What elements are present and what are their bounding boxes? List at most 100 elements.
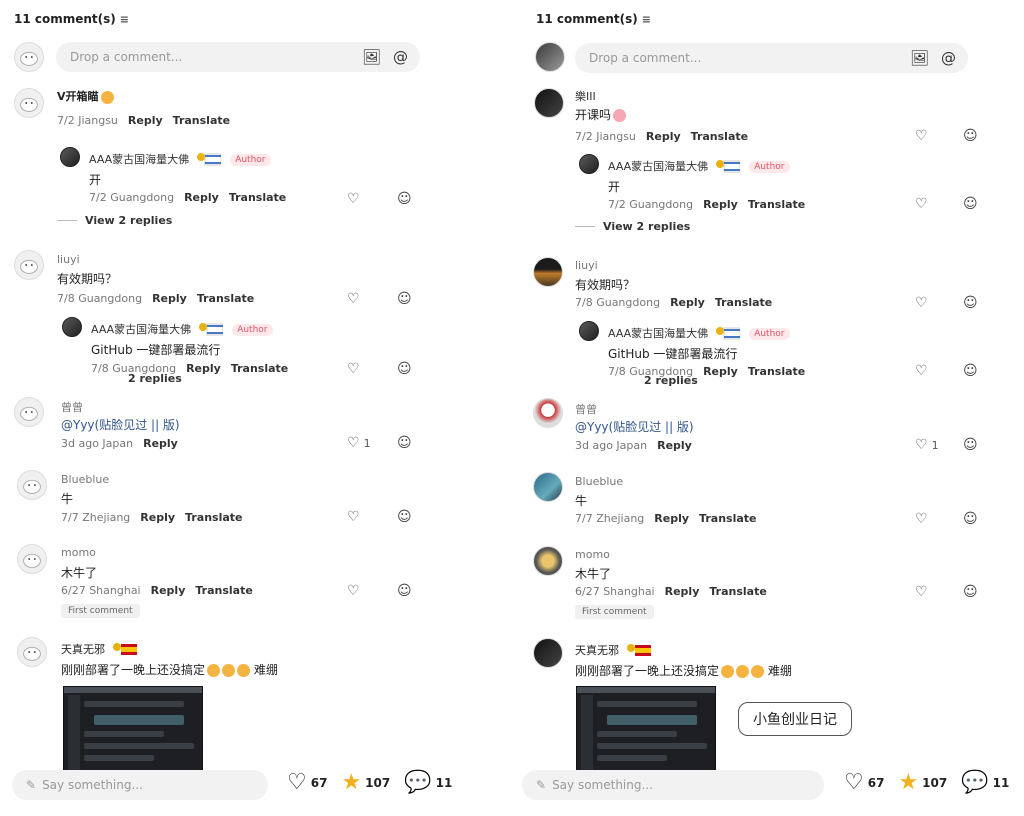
- view-replies-button[interactable]: View 2 replies: [575, 220, 690, 233]
- reply-button[interactable]: Reply: [646, 130, 681, 143]
- translate-button[interactable]: Translate: [231, 362, 288, 375]
- like-icon[interactable]: ♡: [347, 583, 360, 599]
- reply-button[interactable]: Reply: [665, 585, 700, 598]
- comment-username[interactable]: AAA蒙古国海量大佛 Author: [608, 158, 790, 176]
- mention-icon[interactable]: @: [941, 49, 956, 67]
- comment-username[interactable]: 曾曾: [575, 401, 597, 417]
- filter-icon[interactable]: ≡: [642, 13, 651, 26]
- translate-button[interactable]: Translate: [691, 130, 748, 143]
- comment-username[interactable]: AAA蒙古国海量大佛 Author: [91, 321, 273, 339]
- say-something-input[interactable]: ✎ Say something...: [12, 770, 268, 800]
- reply-button[interactable]: Reply: [657, 439, 692, 452]
- pencil-icon: ✎: [536, 778, 547, 792]
- replies-count[interactable]: 2 replies: [128, 372, 182, 385]
- comment-username[interactable]: 天真无邪: [575, 642, 651, 660]
- reply-button[interactable]: Reply: [654, 512, 689, 525]
- translate-button[interactable]: Translate: [748, 198, 805, 211]
- comment-input[interactable]: Drop a comment... 🖼 @: [56, 42, 420, 72]
- like-icon[interactable]: ♡: [915, 295, 928, 311]
- likes-stat[interactable]: ♡ 67: [287, 772, 327, 794]
- first-comment-chip: First comment: [61, 604, 140, 618]
- translate-button[interactable]: Translate: [699, 512, 756, 525]
- reply-button[interactable]: Reply: [143, 437, 178, 450]
- emoji-react-icon[interactable]: ☺: [397, 361, 412, 377]
- comment-username[interactable]: Blueblue: [61, 473, 109, 486]
- emoji-react-icon[interactable]: ☺: [963, 437, 978, 453]
- flag-icon: [198, 322, 224, 339]
- reply-button[interactable]: Reply: [703, 198, 738, 211]
- replies-count[interactable]: 2 replies: [644, 374, 698, 387]
- translate-button[interactable]: Translate: [195, 584, 252, 597]
- translate-button[interactable]: Translate: [709, 585, 766, 598]
- emoji-react-icon[interactable]: ☺: [963, 363, 978, 379]
- comment-username[interactable]: AAA蒙古国海量大佛 Author: [89, 151, 271, 169]
- image-icon[interactable]: 🖼: [910, 49, 929, 67]
- comments-header[interactable]: 11 comment(s) ≡: [14, 12, 129, 26]
- stars-stat[interactable]: ★ 107: [898, 772, 947, 794]
- emoji-react-icon[interactable]: ☺: [397, 509, 412, 525]
- like-icon[interactable]: ♡: [915, 363, 928, 379]
- translate-button[interactable]: Translate: [715, 296, 772, 309]
- like-icon[interactable]: ♡ 1: [347, 435, 371, 451]
- comments-stat[interactable]: 💬 11: [961, 772, 1009, 794]
- translate-button[interactable]: Translate: [748, 365, 805, 378]
- comment-username[interactable]: 樂III: [575, 88, 596, 104]
- comment-username[interactable]: momo: [61, 546, 96, 559]
- like-icon[interactable]: ♡: [915, 584, 928, 600]
- like-icon[interactable]: ♡ 1: [915, 437, 939, 453]
- reply-button[interactable]: Reply: [670, 296, 705, 309]
- image-icon[interactable]: 🖼: [362, 48, 381, 66]
- view-replies-button[interactable]: View 2 replies: [57, 214, 172, 227]
- emoji-react-icon[interactable]: ☺: [397, 435, 412, 451]
- comment-image[interactable]: [576, 686, 716, 776]
- mention-icon[interactable]: @: [393, 48, 408, 66]
- say-something-input[interactable]: ✎ Say something...: [522, 770, 824, 800]
- reply-button[interactable]: Reply: [128, 114, 163, 127]
- emoji-react-icon[interactable]: ☺: [397, 291, 412, 307]
- reply-button[interactable]: Reply: [140, 511, 175, 524]
- comment-username[interactable]: AAA蒙古国海量大佛 Author: [608, 325, 790, 343]
- filter-icon[interactable]: ≡: [120, 13, 129, 26]
- comment-username[interactable]: liuyi: [57, 253, 80, 266]
- avatar: [533, 257, 563, 287]
- comment-image[interactable]: [63, 686, 203, 776]
- comment-username[interactable]: V开箱瞄: [57, 88, 114, 104]
- emoji-react-icon[interactable]: ☺: [963, 511, 978, 527]
- emoji-react-icon[interactable]: ☺: [963, 295, 978, 311]
- reply-button[interactable]: Reply: [184, 191, 219, 204]
- emoji-react-icon[interactable]: ☺: [963, 128, 978, 144]
- emoji-react-icon[interactable]: ☺: [397, 191, 412, 207]
- like-icon[interactable]: ♡: [915, 128, 928, 144]
- comment-username[interactable]: Blueblue: [575, 475, 623, 488]
- comment-username[interactable]: momo: [575, 548, 610, 561]
- like-icon[interactable]: ♡: [915, 196, 928, 212]
- likes-stat[interactable]: ♡ 67: [844, 772, 884, 794]
- like-icon[interactable]: ♡: [347, 509, 360, 525]
- translate-button[interactable]: Translate: [197, 292, 254, 305]
- reply-button[interactable]: Reply: [703, 365, 738, 378]
- reply-button[interactable]: Reply: [186, 362, 221, 375]
- reply-button[interactable]: Reply: [152, 292, 187, 305]
- like-icon[interactable]: ♡: [347, 361, 360, 377]
- comment-meta: 7/8 Guangdong Reply Translate: [608, 365, 805, 378]
- emoji-react-icon[interactable]: ☺: [963, 196, 978, 212]
- translate-button[interactable]: Translate: [229, 191, 286, 204]
- flag-icon: [626, 643, 651, 660]
- comment-username[interactable]: 天真无邪: [61, 641, 137, 659]
- emoji-react-icon[interactable]: ☺: [397, 583, 412, 599]
- comment-username[interactable]: 曾曾: [61, 399, 83, 415]
- reply-button[interactable]: Reply: [151, 584, 186, 597]
- comments-stat[interactable]: 💬 11: [404, 772, 452, 794]
- comments-header[interactable]: 11 comment(s) ≡: [536, 12, 651, 26]
- comment-input[interactable]: Drop a comment... 🖼 @: [575, 43, 968, 73]
- comment-meta: 7/2 Guangdong Reply Translate: [608, 198, 805, 211]
- emoji-react-icon[interactable]: ☺: [963, 584, 978, 600]
- translate-button[interactable]: Translate: [173, 114, 230, 127]
- like-icon[interactable]: ♡: [915, 511, 928, 527]
- emoji-icon: [751, 665, 765, 678]
- translate-button[interactable]: Translate: [185, 511, 242, 524]
- stars-stat[interactable]: ★ 107: [341, 772, 390, 794]
- comment-username[interactable]: liuyi: [575, 259, 598, 272]
- like-icon[interactable]: ♡: [347, 291, 360, 307]
- like-icon[interactable]: ♡: [347, 191, 360, 207]
